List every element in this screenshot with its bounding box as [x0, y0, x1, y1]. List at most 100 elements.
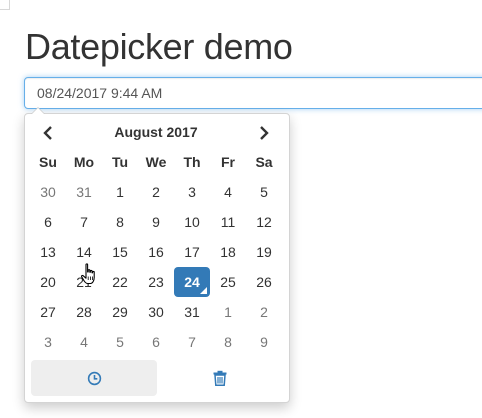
- day-cell[interactable]: 31: [174, 297, 210, 327]
- day-cell[interactable]: 2: [246, 297, 282, 327]
- day-label: 4: [80, 334, 88, 350]
- clear-button[interactable]: [157, 360, 283, 396]
- day-number: 1: [210, 297, 246, 327]
- day-cell[interactable]: 30: [30, 177, 66, 207]
- day-number: 31: [174, 297, 210, 327]
- next-month-button[interactable]: [246, 117, 282, 147]
- day-number: 19: [246, 237, 282, 267]
- day-number: 29: [102, 297, 138, 327]
- day-cell[interactable]: 8: [102, 207, 138, 237]
- day-number: 5: [246, 177, 282, 207]
- day-cell[interactable]: 12: [246, 207, 282, 237]
- calendar-week-row: 6 7 8 9 10 11 12: [30, 207, 282, 237]
- day-label: 31: [76, 184, 92, 200]
- day-number: 3: [30, 327, 66, 357]
- day-cell[interactable]: 22: [102, 267, 138, 297]
- day-cell[interactable]: 7: [66, 207, 102, 237]
- day-cell[interactable]: 5: [102, 327, 138, 357]
- page: Datepicker demo August 2017: [0, 0, 482, 418]
- day-number: 30: [30, 177, 66, 207]
- day-number: 26: [246, 267, 282, 297]
- day-cell[interactable]: 8: [210, 327, 246, 357]
- day-number: 8: [210, 327, 246, 357]
- day-label: 1: [116, 184, 124, 200]
- selected-day-cell[interactable]: 24: [174, 267, 210, 297]
- day-number: 7: [174, 327, 210, 357]
- day-number: 27: [30, 297, 66, 327]
- day-cell[interactable]: 4: [210, 177, 246, 207]
- day-cell[interactable]: 14: [66, 237, 102, 267]
- day-cell[interactable]: 16: [138, 237, 174, 267]
- select-time-button[interactable]: [31, 360, 157, 396]
- day-label: 23: [148, 274, 164, 290]
- weekday-label: Th: [183, 154, 201, 170]
- day-label: 24: [184, 274, 200, 290]
- day-cell[interactable]: 30: [138, 297, 174, 327]
- day-label: 30: [148, 304, 164, 320]
- day-number: 14: [66, 237, 102, 267]
- day-cell[interactable]: 31: [66, 177, 102, 207]
- day-cell[interactable]: 1: [210, 297, 246, 327]
- datetime-input[interactable]: [24, 77, 482, 109]
- day-cell[interactable]: 9: [246, 327, 282, 357]
- day-cell[interactable]: 6: [30, 207, 66, 237]
- datepicker-dropdown: August 2017 Su Mo Tu We Th Fr Sa 30 31 1 2 3 4 5 6 7 8 9…: [24, 107, 290, 403]
- day-number: 16: [138, 237, 174, 267]
- day-number: 6: [138, 327, 174, 357]
- day-cell[interactable]: 15: [102, 237, 138, 267]
- day-number: 20: [30, 267, 66, 297]
- weekday-label: Tu: [111, 154, 129, 170]
- day-label: 17: [184, 244, 200, 260]
- day-label: 6: [152, 334, 160, 350]
- day-cell[interactable]: 23: [138, 267, 174, 297]
- day-cell[interactable]: 4: [66, 327, 102, 357]
- day-cell[interactable]: 13: [30, 237, 66, 267]
- day-cell[interactable]: 21: [66, 267, 102, 297]
- day-number: 30: [138, 297, 174, 327]
- day-cell[interactable]: 25: [210, 267, 246, 297]
- day-cell[interactable]: 3: [30, 327, 66, 357]
- dropdown-arrow-inner: [32, 108, 44, 114]
- weekday-label: Mo: [73, 154, 95, 170]
- day-cell[interactable]: 1: [102, 177, 138, 207]
- day-cell[interactable]: 7: [174, 327, 210, 357]
- day-cell[interactable]: 27: [30, 297, 66, 327]
- day-label: 7: [188, 334, 196, 350]
- day-number: 23: [138, 267, 174, 297]
- clock-icon: [87, 371, 101, 385]
- month-switch-button[interactable]: August 2017: [66, 117, 246, 147]
- day-number: 21: [66, 267, 102, 297]
- day-label: 15: [112, 244, 128, 260]
- day-number: 13: [30, 237, 66, 267]
- day-cell[interactable]: 26: [246, 267, 282, 297]
- day-cell[interactable]: 29: [102, 297, 138, 327]
- calendar-days: 30 31 1 2 3 4 5 6 7 8 9 10 11 12 13 14 15 16 17 18 19 20 21 22 2…: [30, 177, 282, 357]
- day-cell[interactable]: 9: [138, 207, 174, 237]
- day-label: 13: [40, 244, 56, 260]
- day-cell[interactable]: 6: [138, 327, 174, 357]
- day-number: 11: [210, 207, 246, 237]
- day-number: 2: [138, 177, 174, 207]
- day-number: 28: [66, 297, 102, 327]
- day-cell[interactable]: 2: [138, 177, 174, 207]
- day-label: 21: [76, 274, 92, 290]
- day-cell[interactable]: 10: [174, 207, 210, 237]
- corner-mark: [0, 0, 10, 10]
- day-cell[interactable]: 18: [210, 237, 246, 267]
- day-label: 27: [40, 304, 56, 320]
- day-cell[interactable]: 3: [174, 177, 210, 207]
- day-cell[interactable]: 5: [246, 177, 282, 207]
- weekday-label: Fr: [221, 154, 235, 170]
- calendar-week-row: 27 28 29 30 31 1 2: [30, 297, 282, 327]
- day-cell[interactable]: 11: [210, 207, 246, 237]
- prev-month-button[interactable]: [30, 117, 66, 147]
- day-cell[interactable]: 17: [174, 237, 210, 267]
- day-label: 19: [256, 244, 272, 260]
- day-cell[interactable]: 19: [246, 237, 282, 267]
- day-cell[interactable]: 28: [66, 297, 102, 327]
- day-cell[interactable]: 20: [30, 267, 66, 297]
- day-label: 5: [116, 334, 124, 350]
- day-label: 30: [40, 184, 56, 200]
- trash-icon: [213, 370, 227, 386]
- day-number: 17: [174, 237, 210, 267]
